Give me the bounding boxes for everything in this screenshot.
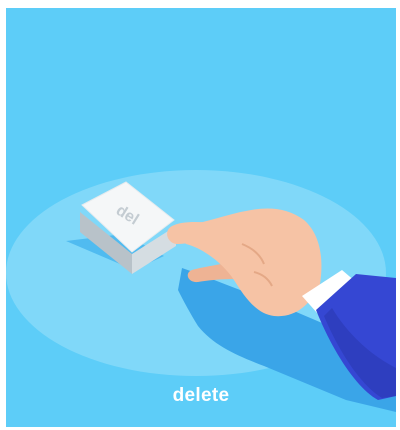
caption-label: delete [172,385,230,406]
illustration-frame: del delete [6,8,396,427]
illustration-scene: del [6,8,396,427]
